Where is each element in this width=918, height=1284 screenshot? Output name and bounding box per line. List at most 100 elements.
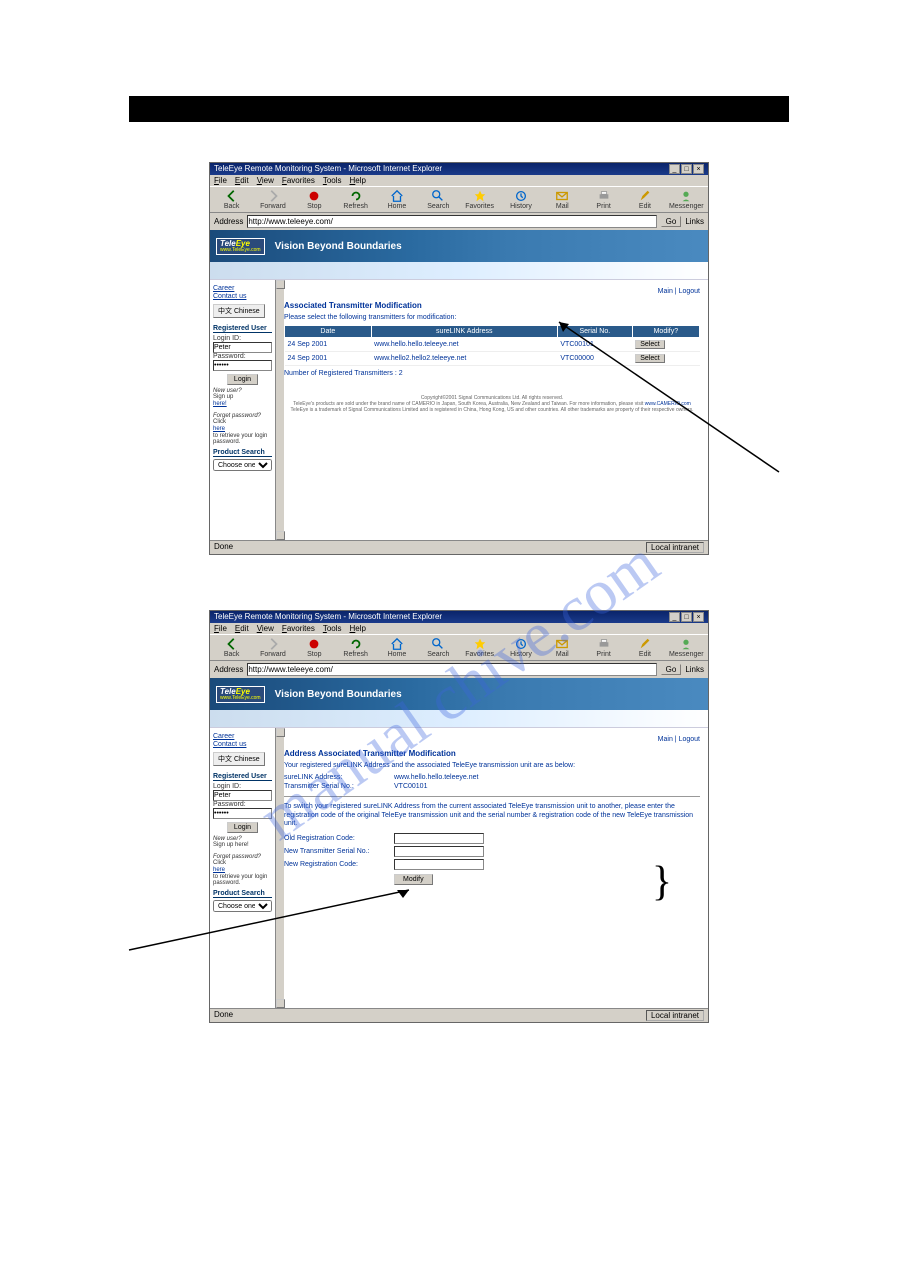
menu-view[interactable]: View [257, 624, 274, 633]
back-button[interactable]: Back [214, 189, 249, 210]
career-link[interactable]: Career [213, 285, 272, 292]
main-link[interactable]: Main [658, 736, 673, 743]
product-search-select-2[interactable]: Choose one [213, 900, 272, 912]
table-row: 24 Sep 2001 www.hello.hello.teleeye.net … [285, 338, 700, 352]
menu-file[interactable]: File [214, 624, 227, 633]
refresh-button[interactable]: Refresh [338, 637, 373, 658]
statusbar: Done Local intranet [210, 540, 708, 554]
contact-link[interactable]: Contact us [213, 741, 272, 748]
home-button[interactable]: Home [379, 637, 414, 658]
edit-button[interactable]: Edit [627, 189, 662, 210]
serial-label: Transmitter Serial No.: [284, 783, 394, 790]
close-icon[interactable]: × [693, 612, 704, 622]
status-zone: Local intranet [646, 542, 704, 553]
edit-button[interactable]: Edit [627, 637, 662, 658]
maximize-icon[interactable]: □ [681, 612, 692, 622]
signup-link[interactable]: here! [213, 401, 272, 407]
menu-help[interactable]: Help [350, 624, 366, 633]
search-button[interactable]: Search [421, 189, 456, 210]
go-button[interactable]: Go [661, 216, 682, 227]
teleeye-logo-2: TeleEyewww.TeleEye.com [216, 686, 265, 703]
mail-button[interactable]: Mail [545, 189, 580, 210]
close-icon[interactable]: × [693, 164, 704, 174]
sidebar-2: Career Contact us 中文 Chinese Registered … [210, 728, 276, 1008]
menubar-2: File Edit View Favorites Tools Help [210, 623, 708, 634]
intro-2: Your registered sureLINK Address and the… [284, 762, 700, 770]
window-controls: _□× [669, 164, 704, 174]
th-modify: Modify? [632, 326, 699, 338]
password-label: Password: [213, 353, 246, 360]
favorites-button[interactable]: Favorites [462, 189, 497, 210]
new-serial-input[interactable] [394, 846, 484, 857]
menu-file[interactable]: File [214, 176, 227, 185]
address-input[interactable] [247, 215, 656, 228]
menu-favorites[interactable]: Favorites [282, 624, 315, 633]
product-search-select[interactable]: Choose one [213, 459, 272, 471]
old-reg-input[interactable] [394, 833, 484, 844]
password-input-2[interactable] [213, 808, 272, 819]
new-reg-input[interactable] [394, 859, 484, 870]
contact-link[interactable]: Contact us [213, 293, 272, 300]
forward-button[interactable]: Forward [255, 637, 290, 658]
minimize-icon[interactable]: _ [669, 612, 680, 622]
menu-tools[interactable]: Tools [323, 176, 342, 185]
new-serial-label: New Transmitter Serial No.: [284, 848, 394, 855]
login-id-input[interactable] [213, 342, 272, 353]
login-button[interactable]: Login [227, 374, 258, 385]
login-id-label: Login ID: [213, 335, 241, 342]
links-label[interactable]: Links [685, 665, 704, 674]
refresh-button[interactable]: Refresh [338, 189, 373, 210]
select-button-1[interactable]: Select [635, 340, 664, 349]
print-button[interactable]: Print [586, 189, 621, 210]
chinese-button[interactable]: 中文 Chinese [213, 752, 265, 766]
career-link[interactable]: Career [213, 733, 272, 740]
select-button-2[interactable]: Select [635, 354, 664, 363]
favorites-button[interactable]: Favorites [462, 637, 497, 658]
old-reg-label: Old Registration Code: [284, 835, 394, 842]
modify-button[interactable]: Modify [394, 874, 433, 885]
mail-button[interactable]: Mail [545, 637, 580, 658]
chinese-button[interactable]: 中文 Chinese [213, 304, 265, 318]
sidebar: Career Contact us 中文 Chinese Registered … [210, 280, 276, 540]
go-button-2[interactable]: Go [661, 664, 682, 675]
forward-button[interactable]: Forward [255, 189, 290, 210]
status-done: Done [214, 542, 233, 553]
menu-view[interactable]: View [257, 176, 274, 185]
menu-tools[interactable]: Tools [323, 624, 342, 633]
search-button[interactable]: Search [421, 637, 456, 658]
password-input[interactable] [213, 360, 272, 371]
retrieve-link[interactable]: here [213, 867, 272, 873]
login-id-input-2[interactable] [213, 790, 272, 801]
logout-link[interactable]: Logout [679, 736, 700, 743]
minimize-icon[interactable]: _ [669, 164, 680, 174]
transmitters-table: Date sureLINK Address Serial No. Modify?… [284, 325, 700, 366]
login-button-2[interactable]: Login [227, 822, 258, 833]
main-link[interactable]: Main [658, 288, 673, 295]
print-button[interactable]: Print [586, 637, 621, 658]
messenger-button[interactable]: Messenger [669, 637, 704, 658]
history-button[interactable]: History [503, 189, 538, 210]
retrieve-link[interactable]: here [213, 426, 272, 432]
links-label[interactable]: Links [685, 217, 704, 226]
home-button[interactable]: Home [379, 189, 414, 210]
logout-link[interactable]: Logout [679, 288, 700, 295]
stop-button[interactable]: Stop [297, 637, 332, 658]
statusbar-2: Done Local intranet [210, 1008, 708, 1022]
maximize-icon[interactable]: □ [681, 164, 692, 174]
history-button[interactable]: History [503, 637, 538, 658]
intro-1: Please select the following transmitters… [284, 314, 700, 321]
back-button[interactable]: Back [214, 637, 249, 658]
titlebar: TeleEye Remote Monitoring System - Micro… [210, 163, 708, 175]
stop-button[interactable]: Stop [297, 189, 332, 210]
address-bar: Address Go Links [210, 213, 708, 230]
screenshot-2: TeleEye Remote Monitoring System - Micro… [209, 610, 709, 1023]
menu-edit[interactable]: Edit [235, 624, 249, 633]
page-heading-2: Address Associated Transmitter Modificat… [284, 749, 700, 758]
surelink-value: www.hello.hello.teleeye.net [394, 774, 478, 781]
messenger-button[interactable]: Messenger [669, 189, 704, 210]
menu-favorites[interactable]: Favorites [282, 176, 315, 185]
menu-edit[interactable]: Edit [235, 176, 249, 185]
address-input-2[interactable] [247, 663, 656, 676]
menu-help[interactable]: Help [350, 176, 366, 185]
toolbar-2: Back Forward Stop Refresh Home Search Fa… [210, 634, 708, 661]
